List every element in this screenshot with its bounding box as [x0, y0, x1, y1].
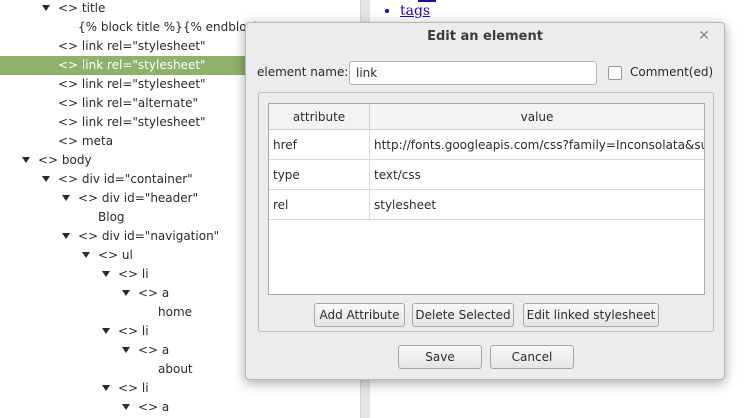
tree-node-label: <> link rel="stylesheet" [58, 39, 206, 53]
tree-node-label: <> link rel="alternate" [58, 96, 198, 110]
table-row[interactable]: href http://fonts.googleapis.com/css?fam… [269, 130, 704, 160]
tree-node-label: <> ul [98, 248, 133, 262]
attribute-cell[interactable]: href [269, 130, 370, 160]
tree-node-label: <> meta [58, 134, 114, 148]
preview-list: tags [400, 3, 430, 19]
element-name-label: element name: [257, 65, 349, 79]
tree-row[interactable]: <> title [0, 0, 360, 18]
comment-checkbox-label[interactable]: Comment(ed) [630, 65, 713, 79]
value-cell[interactable]: text/css [370, 160, 704, 190]
tree-node-label: about [158, 362, 193, 376]
tree-node-label: Blog [98, 210, 125, 224]
delete-selected-label: Delete Selected [415, 308, 511, 322]
element-name-input[interactable]: link [349, 61, 597, 85]
close-icon[interactable]: ✕ [696, 28, 712, 44]
save-label: Save [425, 350, 455, 364]
save-button[interactable]: Save [398, 345, 482, 369]
value-cell[interactable]: stylesheet [370, 190, 704, 220]
column-header-attribute[interactable]: attribute [269, 104, 370, 130]
expand-arrow-icon[interactable] [122, 346, 130, 353]
tree-node-label: <> li [118, 324, 149, 338]
tree-node-label: <> li [118, 381, 149, 395]
expand-arrow-icon[interactable] [62, 232, 70, 239]
edit-linked-stylesheet-button[interactable]: Edit linked stylesheet [523, 303, 659, 327]
add-attribute-button[interactable]: Add Attribute [314, 303, 405, 327]
tree-node-label: <> a [138, 343, 170, 357]
tree-node-label: <> link rel="stylesheet" [58, 115, 206, 129]
expand-arrow-icon[interactable] [42, 4, 50, 11]
tree-node-label: <> link rel="stylesheet" [58, 77, 206, 91]
tree-row[interactable]: <> li [0, 379, 360, 398]
edit-linked-stylesheet-label: Edit linked stylesheet [526, 308, 656, 322]
expand-arrow-icon[interactable] [122, 403, 130, 410]
expand-arrow-icon[interactable] [102, 327, 110, 334]
tree-node-label: <> a [138, 286, 170, 300]
expand-arrow-icon[interactable] [82, 251, 90, 258]
tree-node-label: home [158, 305, 193, 319]
cancel-label: Cancel [511, 350, 553, 364]
preview-link-underline [418, 0, 436, 2]
edit-element-dialog: Edit an element ✕ element name: link Com… [245, 22, 725, 380]
expand-arrow-icon[interactable] [22, 156, 30, 163]
dialog-title: Edit an element [427, 29, 543, 44]
tree-node-label: <> body [38, 153, 92, 167]
add-attribute-label: Add Attribute [319, 308, 400, 322]
attributes-table[interactable]: attribute value href http://fonts.google… [268, 103, 705, 295]
attributes-frame: attribute value href http://fonts.google… [258, 92, 714, 332]
expand-arrow-icon[interactable] [62, 194, 70, 201]
tree-node-label: <> title [58, 1, 106, 15]
column-header-value[interactable]: value [370, 104, 704, 130]
table-row[interactable]: type text/css [269, 160, 704, 190]
value-cell[interactable]: http://fonts.googleapis.com/css?family=I… [370, 130, 704, 160]
expand-arrow-icon[interactable] [102, 384, 110, 391]
expand-arrow-icon[interactable] [42, 175, 50, 182]
attribute-cell[interactable]: rel [269, 190, 370, 220]
comment-checkbox[interactable] [608, 66, 622, 80]
preview-link-tags[interactable]: tags [400, 3, 430, 19]
attribute-cell[interactable]: type [269, 160, 370, 190]
tree-node-label: <> a [138, 400, 170, 414]
table-row[interactable]: rel stylesheet [269, 190, 704, 220]
tree-node-label: <> link rel="stylesheet" [58, 58, 206, 72]
tree-node-label: <> div id="navigation" [78, 229, 220, 243]
tree-row[interactable]: <> a [0, 398, 360, 417]
tree-node-label: <> div id="container" [58, 172, 193, 186]
tree-node-label: <> div id="header" [78, 191, 199, 205]
expand-arrow-icon[interactable] [122, 289, 130, 296]
delete-selected-button[interactable]: Delete Selected [412, 303, 514, 327]
expand-arrow-icon[interactable] [102, 270, 110, 277]
tree-node-label: <> li [118, 267, 149, 281]
comment-label-text: Comment(ed) [630, 65, 714, 79]
cancel-button[interactable]: Cancel [490, 345, 574, 369]
